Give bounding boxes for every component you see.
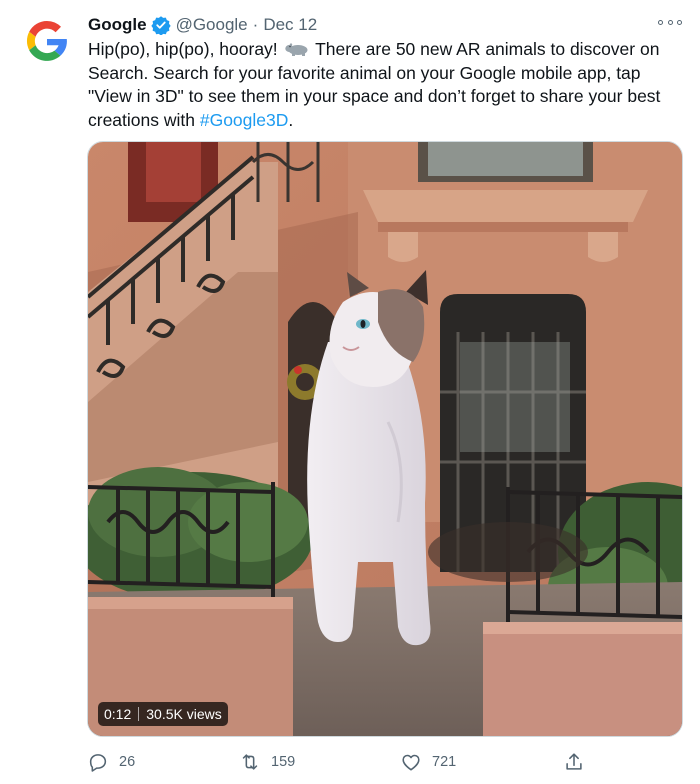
tweet[interactable]: Google @Google · Dec 12 Hip(po), hip(po)… [0,0,700,784]
more-options-icon[interactable] [658,14,682,30]
tweet-text-line-3: "View in 3D" to see them in your space a… [88,86,661,106]
tweet-header: Google @Google · Dec 12 [88,14,317,36]
video-duration: 0:12 [104,706,132,722]
verified-badge-icon [150,16,171,35]
heart-icon [402,754,420,771]
video-thumbnail-image [88,142,682,736]
badge-divider [138,707,140,721]
tweet-text-line-1: Hip(po), hip(po), hooray! There are 50 n… [88,38,678,62]
google-logo-avatar[interactable] [20,14,74,68]
tweet-text-segment: There are 50 new AR animals to discover … [315,39,660,59]
retweet-count: 159 [271,754,296,770]
share-icon [566,753,582,770]
like-count: 721 [432,754,457,770]
tweet-text-segment: . [288,109,294,130]
retweet-icon [242,754,258,770]
hippo-emoji-icon [284,43,308,56]
video-stats-badge: 0:12 30.5K views [98,702,228,726]
tweet-text-line-4: creations with #Google3D. [88,109,678,133]
hashtag-link[interactable]: #Google3D [200,110,289,130]
tweet-text: Hip(po), hip(po), hooray! There are 50 n… [88,38,678,132]
tweet-text-line-2: Search. Search for your favorite animal … [88,62,641,83]
share-button[interactable] [563,750,585,774]
author-name[interactable]: Google [88,15,147,35]
header-separator: · [252,15,259,34]
retweet-button[interactable]: 159 [239,750,295,774]
reply-button[interactable]: 26 [87,750,135,774]
tweet-text-segment: creations with [88,109,200,130]
video-player[interactable]: 0:12 30.5K views [87,141,683,737]
tweet-actions: 26 159 721 [87,750,587,774]
author-handle[interactable]: @Google [176,15,248,35]
reply-count: 26 [119,754,136,770]
like-button[interactable]: 721 [400,750,456,774]
tweet-date[interactable]: Dec 12 [263,15,317,35]
reply-icon [89,754,107,772]
tweet-text-segment: Hip(po), hip(po), hooray! [88,39,278,59]
video-views: 30.5K views [146,706,222,722]
